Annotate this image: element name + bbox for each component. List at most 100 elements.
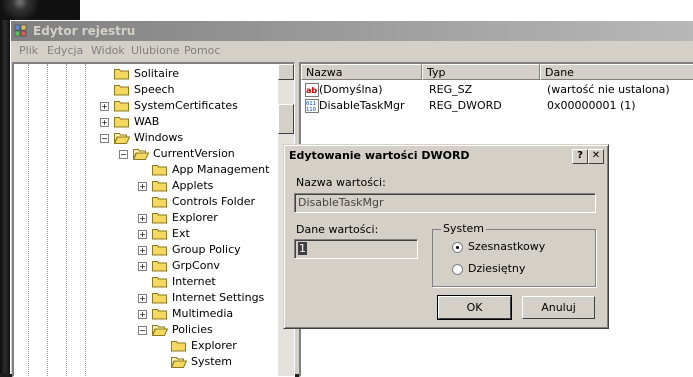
collapse-icon[interactable]: − [138,326,147,335]
tree-item-label: SystemCertificates [134,99,238,112]
collapse-icon[interactable]: − [100,134,109,143]
base-groupbox [432,229,596,287]
desktop-wallpaper-fragment [0,0,80,20]
edit-dword-dialog: Edytowanie wartości DWORD ? ✕ Nazwa wart… [283,144,609,329]
tree-item-label: Applets [172,179,214,192]
folder-icon [152,213,167,224]
menu-favorites[interactable]: Ulubione [131,41,180,61]
hex-radio-label[interactable]: Szesnastkowy [468,240,545,253]
tree-item-label: GrpConv [172,259,220,272]
value-data: 0x00000001 (1) [547,99,636,112]
tree-item-label: Group Policy [172,243,241,256]
tree-guide-line [66,64,67,376]
value-type: REG_DWORD [429,99,502,112]
tree-item-label: Ext [172,227,190,240]
folder-icon [114,85,129,96]
folder-open-icon [171,357,187,368]
folder-icon [152,181,167,192]
folder-icon [152,245,167,256]
value-data-text: 1 [298,242,307,255]
expand-icon[interactable]: + [138,310,147,319]
window-titlebar[interactable]: Edytor rejestru [11,21,693,41]
folder-open-icon [133,149,149,160]
menu-view[interactable]: Widok [91,41,125,61]
menu-edit[interactable]: Edycja [47,41,83,61]
value-data: (wartość nie ustalona) [547,83,670,96]
column-header-name[interactable]: Nazwa [301,64,422,80]
tree-item-label: Solitaire [134,67,179,80]
scroll-up-button[interactable] [278,64,294,80]
folder-icon [114,101,129,112]
expand-icon[interactable]: + [138,214,147,223]
value-name-label: Nazwa wartości: [296,176,386,189]
window-title: Edytor rejestru [33,24,136,38]
tree-item-label: Controls Folder [172,195,255,208]
folder-icon [114,117,129,128]
menu-file[interactable]: Plik [19,41,38,61]
tree-item-label: Multimedia [172,307,234,320]
folder-icon [152,293,167,304]
menu-help[interactable]: Pomoc [184,41,220,61]
desktop-wallpaper-edge [0,20,10,373]
column-header-type[interactable]: Typ [422,64,540,80]
tree-item-label: Policies [172,323,213,336]
expand-icon[interactable]: + [100,118,109,127]
tree-item-label: WAB [134,115,160,128]
key-tree[interactable]: Solitaire Speech + SystemCertificates + WAB − W… [12,62,295,377]
list-row[interactable]: ab (Domyślna) REG_SZ (wartość nie ustalo… [305,82,693,98]
tree-item-label: Explorer [172,211,218,224]
hex-radio[interactable] [452,242,463,253]
expand-icon[interactable]: + [138,182,147,191]
expand-icon[interactable]: + [138,230,147,239]
scroll-thumb[interactable] [278,104,294,134]
column-header-data[interactable]: Dane [540,64,693,80]
tree-item-label: Explorer [191,339,237,352]
close-button[interactable]: ✕ [588,149,604,164]
binary-value-icon: 011 110 [305,99,319,113]
folder-open-icon [152,325,168,336]
tree-item-label: CurrentVersion [153,147,235,160]
help-button[interactable]: ? [572,149,588,164]
tree-item-label: Speech [134,83,175,96]
desktop-background [0,0,693,20]
tree-guide-line [85,64,86,376]
tree-item-label: System [191,355,233,368]
value-name-field: DisableTaskMgr [294,193,596,213]
expand-icon[interactable]: + [138,294,147,303]
registry-editor-icon [14,24,27,37]
folder-icon [152,261,167,272]
folder-open-icon [114,133,130,144]
value-name: DisableTaskMgr [319,99,405,112]
tree-item-label: Internet Settings [172,291,265,304]
svg-text:110: 110 [306,107,316,113]
tree-item-label: Internet [172,275,216,288]
value-type: REG_SZ [429,83,473,96]
base-group-label: System [441,222,487,235]
cancel-button[interactable]: Anuluj [522,296,595,319]
decimal-radio[interactable] [452,264,463,275]
folder-icon [152,197,167,208]
dialog-title: Edytowanie wartości DWORD [289,149,470,162]
collapse-icon[interactable]: − [119,150,128,159]
string-value-icon: ab [305,83,319,97]
value-name: (Domyślna) [319,83,383,96]
ok-button[interactable]: OK [437,295,512,320]
expand-icon[interactable]: + [100,102,109,111]
folder-icon [152,277,167,288]
tree-item-label: App Management [172,163,270,176]
dialog-titlebar[interactable]: Edytowanie wartości DWORD ? ✕ [286,147,606,165]
decimal-radio-label[interactable]: Dziesiętny [468,262,525,275]
folder-icon [152,309,167,320]
folder-icon [152,229,167,240]
folder-icon [171,341,186,352]
tree-guide-line [47,64,48,376]
menu-bar: Plik Edycja Widok Ulubione Pomoc [11,41,693,61]
svg-text:ab: ab [306,86,317,95]
tree-guide-line [28,64,29,376]
expand-icon[interactable]: + [138,246,147,255]
expand-icon[interactable]: + [138,262,147,271]
list-row[interactable]: 011 110 DisableTaskMgr REG_DWORD 0x00000… [305,98,693,114]
value-data-input[interactable]: 1 [294,239,418,259]
folder-icon [114,69,129,80]
value-data-label: Dane wartości: [296,223,379,236]
